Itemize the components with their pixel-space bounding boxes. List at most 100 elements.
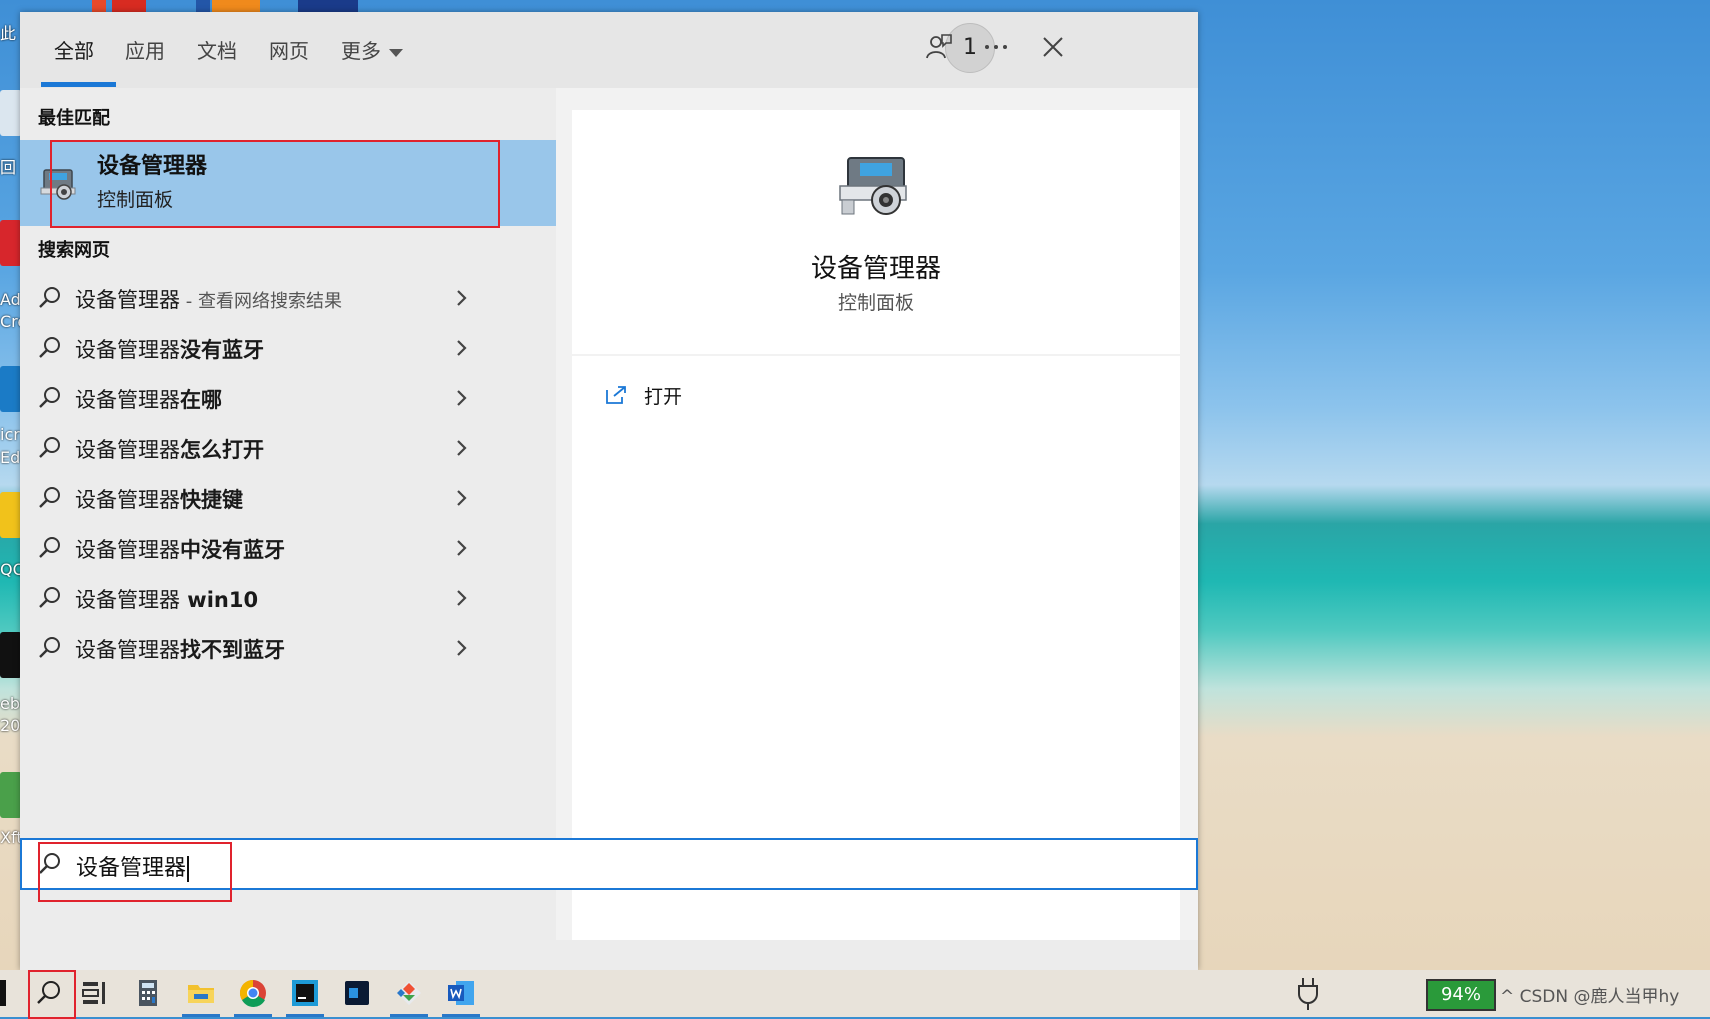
annotation-box-search <box>38 842 232 902</box>
chevron-right-icon <box>457 540 467 556</box>
desktop-label: 此 <box>0 24 17 43</box>
web-result-text: 设备管理器快捷键 <box>75 484 243 514</box>
chrome-icon[interactable] <box>238 978 268 1008</box>
tab-web[interactable]: 网页 <box>269 36 309 66</box>
more-options-icon[interactable] <box>981 32 1011 62</box>
git-tool-icon[interactable] <box>394 978 424 1008</box>
web-result-row[interactable]: 设备管理器 - 查看网络搜索结果 <box>20 274 556 322</box>
chevron-right-icon <box>457 390 467 406</box>
taskbar: 94% ^ CSDN @鹿人当甲hy <box>0 970 1710 1019</box>
chevron-right-icon <box>457 490 467 506</box>
top-icon-2 <box>112 0 146 12</box>
caret-down-icon <box>389 48 403 57</box>
preview-subtitle: 控制面板 <box>837 292 914 314</box>
result-prefix: 设备管理器 <box>75 488 180 512</box>
top-icon-5 <box>298 0 358 12</box>
top-icon-6 <box>1200 0 1201 12</box>
preview-pane: 设备管理器 控制面板 打开 <box>556 88 1198 940</box>
result-prefix: 设备管理器 <box>75 638 180 662</box>
open-external-icon <box>606 386 626 404</box>
web-search-heading: 搜索网页 <box>38 240 110 261</box>
result-bold: 没有蓝牙 <box>180 338 264 362</box>
chevron-right-icon <box>457 590 467 606</box>
desktop-label: eb <box>0 694 20 713</box>
feedback-icon[interactable] <box>923 32 953 62</box>
best-match-heading: 最佳匹配 <box>38 108 110 129</box>
open-label: 打开 <box>644 386 683 408</box>
system-tray-text: ^ CSDN @鹿人当甲hy <box>1500 987 1680 1007</box>
web-result-text: 设备管理器在哪 <box>75 384 222 414</box>
calculator-icon[interactable] <box>133 978 163 1008</box>
adobe-app-icon[interactable] <box>0 220 22 266</box>
tab-all[interactable]: 全部 <box>54 36 94 66</box>
search-window: 全部 应用 文档 网页 更多 1 最佳匹配 设备管理器 控制面板 搜索网页 设备… <box>20 12 1198 970</box>
tab-apps[interactable]: 应用 <box>125 36 165 66</box>
web-result-row[interactable]: 设备管理器怎么打开 <box>20 424 556 472</box>
search-icon <box>39 487 60 508</box>
webstorm-icon[interactable] <box>290 978 320 1008</box>
search-icon <box>39 637 60 658</box>
chevron-right-icon <box>457 290 467 306</box>
search-tabs-bar: 全部 应用 文档 网页 更多 1 <box>20 12 1198 89</box>
result-bold: 中没有蓝牙 <box>180 538 285 562</box>
power-plug-icon <box>1298 978 1318 1010</box>
desktop-label: Cre <box>0 312 22 331</box>
annotation-box-taskbar-search <box>28 970 76 1019</box>
top-icon-1 <box>92 0 106 12</box>
tab-more[interactable]: 更多 <box>341 36 403 66</box>
annotation-box-best-match <box>50 140 500 228</box>
web-result-text: 设备管理器中没有蓝牙 <box>75 534 285 564</box>
web-result-row[interactable]: 设备管理器没有蓝牙 <box>20 324 556 372</box>
result-bold: win10 <box>180 588 259 612</box>
web-result-text: 设备管理器怎么打开 <box>75 434 264 464</box>
web-result-row[interactable]: 设备管理器快捷键 <box>20 474 556 522</box>
result-prefix: 设备管理器 <box>75 388 180 412</box>
chevron-right-icon <box>457 440 467 456</box>
close-icon[interactable] <box>1038 32 1068 62</box>
tab-more-label: 更多 <box>341 39 381 63</box>
web-result-row[interactable]: 设备管理器 win10 <box>20 574 556 622</box>
desktop-label: Xft <box>0 828 22 847</box>
desktop-label: Ad <box>0 290 21 309</box>
edge-app-icon[interactable] <box>0 366 22 412</box>
task-view-icon[interactable] <box>80 978 110 1008</box>
web-result-text: 设备管理器 - 查看网络搜索结果 <box>75 284 342 314</box>
desktop-label: icr <box>0 425 20 444</box>
preview-card: 设备管理器 控制面板 <box>572 110 1180 354</box>
start-button[interactable] <box>0 980 6 1006</box>
web-result-row[interactable]: 设备管理器在哪 <box>20 374 556 422</box>
result-bold: 怎么打开 <box>180 438 264 462</box>
top-icon-4 <box>212 0 260 12</box>
search-icon <box>39 337 60 358</box>
result-bold: 快捷键 <box>180 488 243 512</box>
battery-indicator[interactable]: 94% <box>1426 979 1496 1011</box>
desktop-label: Ed <box>0 448 21 467</box>
device-manager-large-icon <box>839 157 907 215</box>
search-icon <box>39 287 60 308</box>
result-bold: 找不到蓝牙 <box>180 638 285 662</box>
web-result-row[interactable]: 设备管理器中没有蓝牙 <box>20 524 556 572</box>
web-result-text: 设备管理器找不到蓝牙 <box>75 634 285 664</box>
photoshop-icon[interactable] <box>342 978 372 1008</box>
chevron-right-icon <box>457 340 467 356</box>
search-icon <box>39 537 60 558</box>
word-icon[interactable] <box>446 978 476 1008</box>
desktop-icon-strip: 此 回 Ad Cre icr Ed QQ eb 20 Xft <box>0 0 22 970</box>
search-icon <box>39 437 60 458</box>
desktop-label: QQ <box>0 560 22 579</box>
xftp-app-icon[interactable] <box>0 772 22 818</box>
result-prefix: 设备管理器 <box>75 338 180 362</box>
result-prefix: 设备管理器 <box>75 538 180 562</box>
results-pane: 最佳匹配 设备管理器 控制面板 搜索网页 设备管理器 - 查看网络搜索结果 设备… <box>20 88 556 940</box>
file-explorer-icon[interactable] <box>186 978 216 1008</box>
recycle-bin-icon[interactable] <box>0 90 22 136</box>
chevron-right-icon <box>457 640 467 656</box>
web-result-row[interactable]: 设备管理器找不到蓝牙 <box>20 624 556 672</box>
result-prefix: 设备管理器 <box>75 438 180 462</box>
tab-documents[interactable]: 文档 <box>197 36 237 66</box>
web-result-text: 设备管理器 win10 <box>75 584 258 614</box>
qq-app-icon[interactable] <box>0 492 22 538</box>
result-prefix: 设备管理器 <box>75 588 180 612</box>
top-icon-3 <box>196 0 210 12</box>
webstorm-app-icon[interactable] <box>0 632 22 678</box>
